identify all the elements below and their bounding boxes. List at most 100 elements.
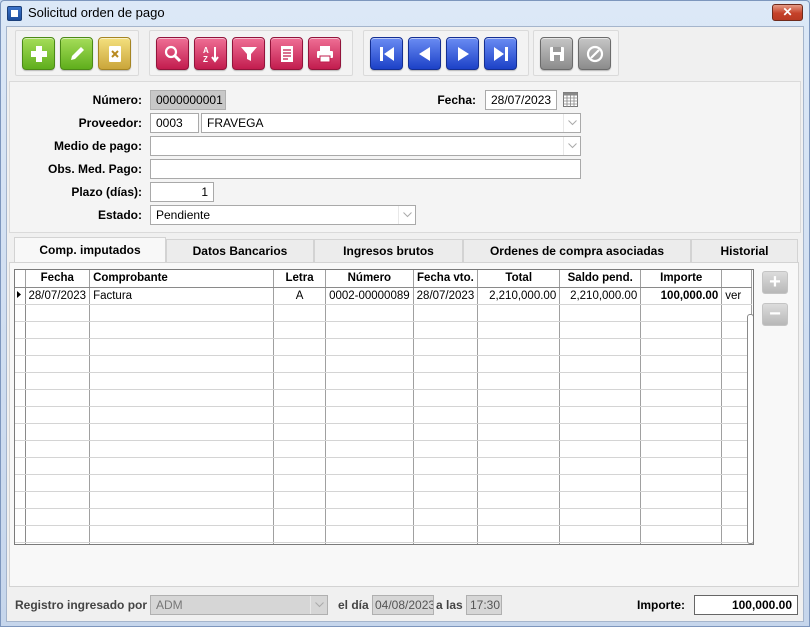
table-row-empty (15, 542, 753, 544)
empty-cell (25, 440, 91, 458)
empty-cell (25, 321, 91, 339)
col-total[interactable]: Total (477, 270, 561, 288)
empty-cell (640, 372, 723, 390)
empty-cell (325, 525, 414, 543)
close-button[interactable]: ✕ (772, 4, 803, 21)
chevron-down-icon[interactable] (563, 114, 580, 132)
add-button[interactable] (22, 37, 55, 70)
empty-cell (15, 321, 26, 339)
tab-ingresos-brutos[interactable]: Ingresos brutos (314, 239, 463, 263)
importe-total: 100,000.00 (694, 595, 798, 615)
tab-datos-bancarios[interactable]: Datos Bancarios (166, 239, 314, 263)
save-button[interactable] (540, 37, 573, 70)
plazo-field[interactable]: 1 (150, 182, 214, 202)
empty-cell (89, 542, 275, 544)
print-button[interactable] (308, 37, 341, 70)
empty-cell (477, 372, 561, 390)
empty-cell (413, 406, 479, 424)
delete-button[interactable] (98, 37, 131, 70)
toolbar-group-tools: AZ (149, 30, 353, 76)
proveedor-label: Proveedor: (78, 116, 142, 130)
filter-button[interactable] (232, 37, 265, 70)
col-importe[interactable]: Importe (640, 270, 723, 288)
empty-cell (89, 508, 275, 526)
empty-cell (273, 304, 327, 322)
at-label: a las (436, 598, 463, 612)
tab-comp-imputados[interactable]: Comp. imputados (14, 237, 166, 263)
add-row-button[interactable]: + (762, 271, 788, 294)
empty-cell (325, 304, 414, 322)
last-record-button[interactable] (484, 37, 517, 70)
empty-cell (413, 474, 479, 492)
empty-cell (89, 491, 275, 509)
proveedor-select[interactable]: FRAVEGA (201, 113, 581, 133)
cell-total: 2,210,000.00 (477, 287, 561, 305)
tab-historial[interactable]: Historial (691, 239, 798, 263)
col-letra[interactable]: Letra (273, 270, 327, 288)
previous-record-button[interactable] (408, 37, 441, 70)
cell-importe: 100,000.00 (640, 287, 723, 305)
medio-pago-select[interactable] (150, 136, 581, 156)
empty-cell (89, 525, 275, 543)
empty-cell (477, 474, 561, 492)
empty-cell (273, 474, 327, 492)
table-row-empty (15, 355, 753, 373)
empty-cell (89, 321, 275, 339)
cancel-button[interactable] (578, 37, 611, 70)
empty-cell (413, 457, 479, 475)
empty-cell (325, 406, 414, 424)
table-row-empty (15, 440, 753, 458)
table-row-empty (15, 304, 753, 322)
empty-cell (477, 389, 561, 407)
calendar-icon[interactable] (563, 92, 578, 107)
empty-cell (477, 423, 561, 441)
empty-cell (413, 321, 479, 339)
empty-cell (640, 321, 723, 339)
registered-by-label: Registro ingresado por (15, 598, 148, 612)
remove-row-button[interactable]: − (762, 303, 788, 326)
row-selector[interactable] (15, 287, 26, 305)
empty-cell (559, 491, 642, 509)
empty-cell (25, 372, 91, 390)
first-record-button[interactable] (370, 37, 403, 70)
empty-cell (325, 440, 414, 458)
cell-letra: A (273, 287, 327, 305)
col-saldo-pend[interactable]: Saldo pend. (559, 270, 642, 288)
svg-text:Z: Z (203, 55, 208, 64)
chevron-down-icon[interactable] (563, 137, 580, 155)
empty-cell (559, 542, 642, 544)
sort-button[interactable]: AZ (194, 37, 227, 70)
empty-cell (15, 389, 26, 407)
col-numero[interactable]: Número (325, 270, 414, 288)
tab-panel-comp-imputados: Fecha Comprobante Letra Número Fecha vto… (9, 262, 799, 587)
empty-cell (640, 423, 723, 441)
col-fecha[interactable]: Fecha (25, 270, 91, 288)
empty-cell (15, 474, 26, 492)
empty-cell (273, 406, 327, 424)
comprobantes-grid[interactable]: Fecha Comprobante Letra Número Fecha vto… (14, 269, 754, 545)
fecha-field[interactable]: 28/07/2023 (485, 90, 557, 110)
tab-ordenes-compra[interactable]: Ordenes de compra asociadas (463, 239, 691, 263)
empty-cell (559, 389, 642, 407)
edit-button[interactable] (60, 37, 93, 70)
empty-cell (15, 304, 26, 322)
estado-select[interactable]: Pendiente (150, 205, 416, 225)
next-record-button[interactable] (446, 37, 479, 70)
chevron-down-icon[interactable] (398, 206, 415, 224)
grid-scrollbar[interactable] (747, 314, 753, 544)
empty-cell (25, 542, 91, 544)
col-fecha-vto[interactable]: Fecha vto. (413, 270, 479, 288)
empty-cell (559, 508, 642, 526)
report-button[interactable] (270, 37, 303, 70)
search-button[interactable] (156, 37, 189, 70)
empty-cell (640, 389, 723, 407)
cell-ver-link[interactable]: ver (721, 287, 753, 305)
table-row[interactable]: 28/07/2023 Factura A 0002-00000089 28/07/202… (15, 287, 753, 305)
empty-cell (559, 406, 642, 424)
proveedor-code-field[interactable]: 0003 (150, 113, 199, 133)
row-pointer-icon (17, 290, 21, 298)
col-comprobante[interactable]: Comprobante (89, 270, 275, 288)
obs-field[interactable] (150, 159, 581, 179)
empty-cell (25, 304, 91, 322)
table-row-empty (15, 321, 753, 339)
